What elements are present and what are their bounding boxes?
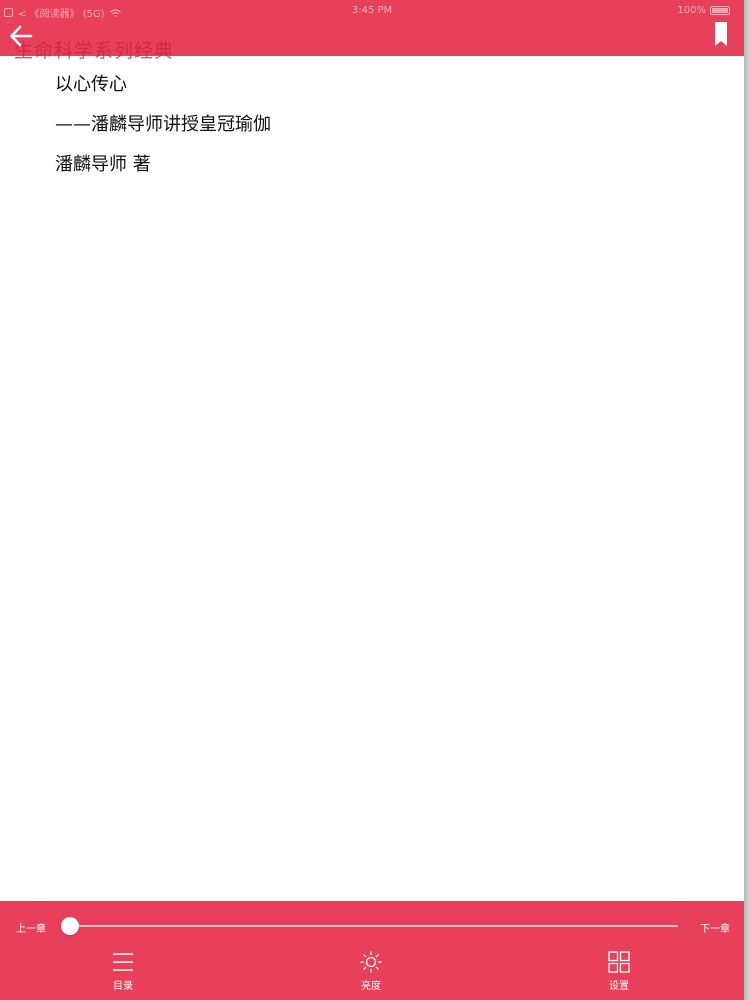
bookmark-button[interactable] bbox=[714, 22, 728, 50]
screen-edge bbox=[744, 0, 750, 1000]
next-chapter-button[interactable]: 下一章 bbox=[700, 920, 730, 935]
battery-percent: 100% bbox=[677, 5, 706, 16]
arrow-left-icon bbox=[10, 25, 33, 47]
back-button[interactable] bbox=[8, 24, 38, 52]
settings-label: 设置 bbox=[609, 981, 629, 992]
list-icon bbox=[113, 953, 133, 971]
status-time: 3:45 PM bbox=[351, 5, 393, 16]
brightness-button[interactable]: 亮度 bbox=[336, 951, 406, 999]
brightness-icon bbox=[360, 951, 382, 973]
progress-thumb[interactable] bbox=[61, 917, 79, 935]
battery-icon bbox=[710, 6, 730, 15]
bookmark-icon bbox=[715, 22, 727, 46]
book-series-title: 生命科学系列经典 bbox=[14, 40, 175, 62]
chapter-progress-slider[interactable] bbox=[61, 917, 678, 935]
nav-bar: 生命科学系列经典 bbox=[0, 22, 744, 62]
status-bar: < 《阅读器》 (5G) 3:45 PM 100% bbox=[0, 0, 744, 22]
book-subtitle: ——潘麟导师讲授皇冠瑜伽 bbox=[55, 114, 271, 135]
book-author: 潘麟导师 著 bbox=[55, 154, 151, 175]
reader-screen: < 《阅读器》 (5G) 3:45 PM 100% 生命科学系列经典 以心传心 … bbox=[0, 0, 744, 1000]
book-title: 以心传心 bbox=[55, 74, 127, 95]
page-content: 以心传心 ——潘麟导师讲授皇冠瑜伽 潘麟导师 著 bbox=[55, 72, 695, 192]
bottom-toolbar: 上一章 下一章 目录 亮度 设置 bbox=[0, 901, 744, 1000]
settings-button[interactable]: 设置 bbox=[584, 951, 654, 999]
toc-label: 目录 bbox=[113, 981, 133, 992]
grid-settings-icon bbox=[608, 951, 630, 973]
brightness-label: 亮度 bbox=[361, 981, 381, 992]
top-bar: < 《阅读器》 (5G) 3:45 PM 100% 生命科学系列经典 bbox=[0, 0, 744, 62]
toc-button[interactable]: 目录 bbox=[88, 951, 158, 999]
prev-chapter-button[interactable]: 上一章 bbox=[16, 920, 46, 935]
status-right: 100% bbox=[677, 5, 730, 16]
